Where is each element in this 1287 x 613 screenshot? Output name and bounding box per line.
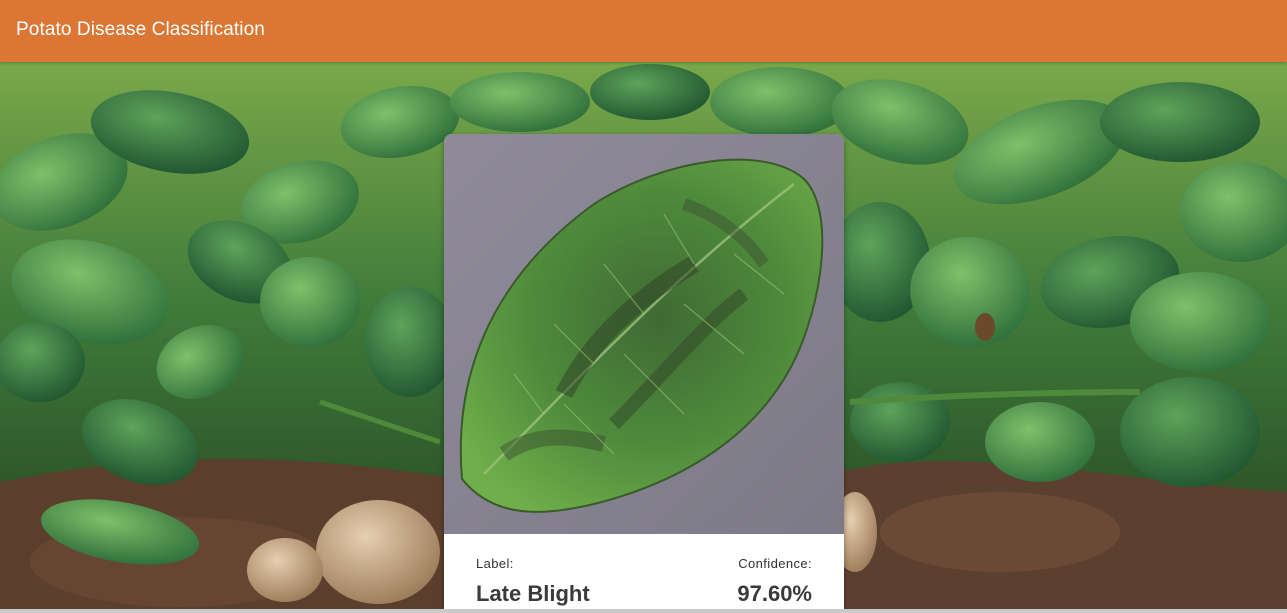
app-bar: Potato Disease Classification — [0, 0, 1287, 62]
horizontal-scrollbar[interactable] — [0, 609, 1287, 613]
label-caption: Label: — [476, 556, 514, 571]
uploaded-leaf-image — [444, 134, 844, 534]
result-card: Label: Confidence: Late Blight 97.60% — [444, 134, 844, 613]
prediction-panel: Label: Confidence: Late Blight 97.60% — [444, 534, 844, 613]
label-value: Late Blight — [476, 581, 590, 606]
confidence-value: 97.60% — [737, 581, 812, 606]
confidence-caption: Confidence: — [738, 556, 812, 571]
app-title: Potato Disease Classification — [16, 19, 265, 40]
app-root: Potato Disease Classification Label: Con… — [0, 0, 1287, 613]
